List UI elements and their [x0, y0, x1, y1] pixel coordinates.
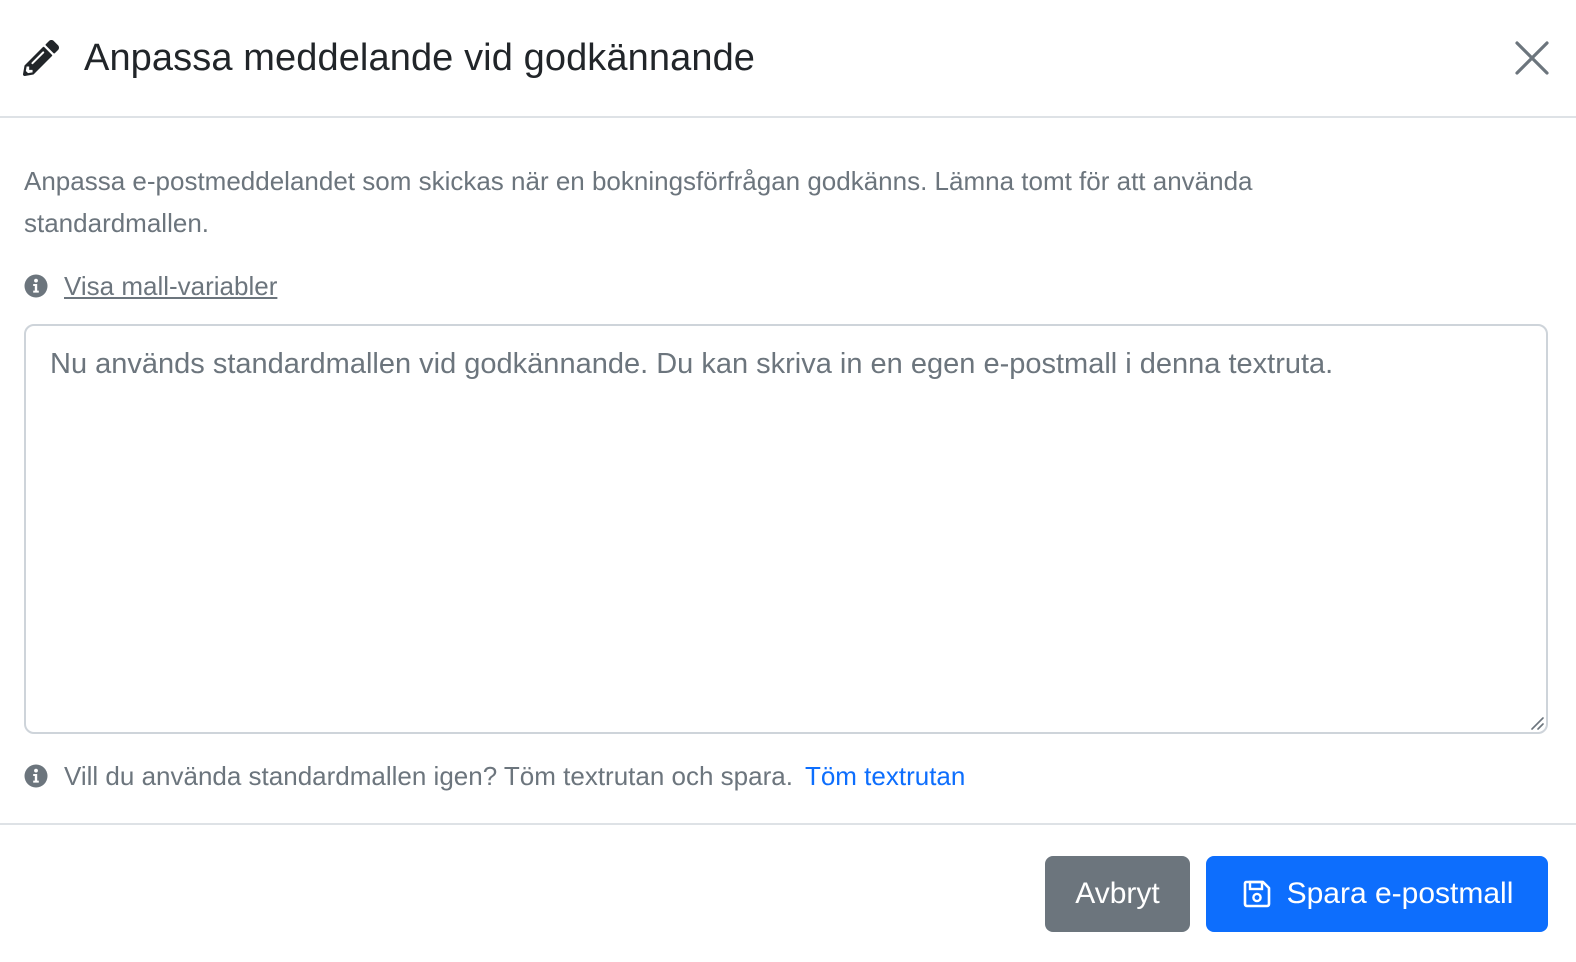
modal-title: Anpassa meddelande vid godkännande [84, 36, 756, 79]
info-circle-icon [24, 274, 48, 298]
reset-hint-text: Vill du använda standardmallen igen? Töm… [64, 760, 793, 791]
clear-textarea-link[interactable]: Töm textrutan [805, 761, 965, 792]
show-template-variables-link[interactable]: Visa mall-variabler [64, 271, 277, 302]
modal-footer: Avbryt Spara e-postmall [0, 823, 1576, 962]
template-textarea[interactable] [24, 324, 1548, 734]
email-template-modal: Anpassa meddelande vid godkännande Anpas… [0, 0, 1576, 962]
template-variables-row: Visa mall-variabler [24, 266, 1548, 306]
reset-hint-row: Vill du använda standardmallen igen? Töm… [24, 756, 1548, 796]
cancel-button[interactable]: Avbryt [1045, 855, 1190, 932]
floppy-disk-icon [1241, 878, 1273, 910]
save-email-template-button[interactable]: Spara e-postmall [1206, 855, 1548, 932]
modal-body: Anpassa e-postmeddelandet som skickas nä… [0, 118, 1576, 796]
save-button-label: Spara e-postmall [1286, 876, 1514, 910]
template-textarea-wrapper [24, 324, 1548, 734]
resize-handle-icon[interactable] [1528, 714, 1544, 730]
cancel-button-label: Avbryt [1075, 876, 1160, 910]
description-text: Anpassa e-postmeddelandet som skickas nä… [24, 166, 1253, 238]
info-circle-icon [24, 764, 48, 788]
pencil-icon [22, 39, 60, 77]
close-button[interactable] [1512, 38, 1552, 78]
modal-header: Anpassa meddelande vid godkännande [0, 0, 1576, 118]
close-icon [1514, 40, 1550, 76]
